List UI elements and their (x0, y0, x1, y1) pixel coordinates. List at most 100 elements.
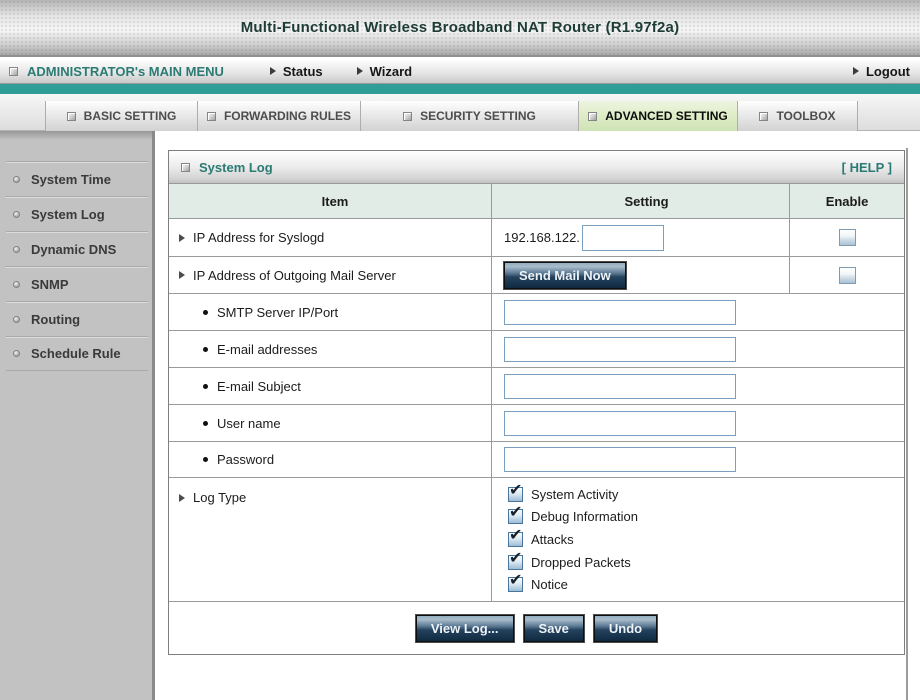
panel-title: System Log (199, 159, 273, 175)
help-link[interactable]: [ HELP ] (842, 160, 892, 175)
email-subject-input[interactable] (504, 373, 736, 399)
menu-item-status[interactable]: Status (269, 63, 323, 79)
tab-security-setting[interactable]: SECURITY SETTING (360, 101, 578, 131)
menu-bar: ADMINISTRATOR's MAIN MENU Status Wizard … (0, 59, 920, 84)
checkbox-label: Notice (531, 577, 568, 593)
sidebar-item-label: System Time (31, 171, 111, 187)
sidebar-divider (152, 131, 155, 700)
tab-advanced-setting[interactable]: ADVANCED SETTING (578, 101, 737, 131)
sidebar-item-label: Dynamic DNS (31, 241, 117, 257)
title-bar: Multi-Functional Wireless Broadband NAT … (0, 0, 920, 57)
notice-checkbox[interactable]: ✔ (508, 572, 523, 593)
tab-label: TOOLBOX (776, 109, 836, 123)
row-log-type: Log Type ✔ System Activity ✔ Debug Infor… (169, 477, 904, 601)
bullet-icon (13, 350, 20, 357)
row-smtp-server: SMTP Server IP/Port (169, 293, 904, 330)
row-ip-address-for-syslogd: IP Address for Syslogd 192.168.122. (169, 218, 904, 256)
sidebar-item-label: Routing (31, 311, 81, 327)
sidebar-menu: System Time System Log Dynamic DNS SNMP … (6, 161, 148, 371)
bullet-icon (203, 420, 208, 426)
attacks-checkbox[interactable]: ✔ (508, 527, 523, 547)
bullet-icon (203, 383, 208, 389)
menu-status-label: Status (282, 63, 323, 79)
bullet-icon (13, 315, 20, 323)
row-label: SMTP Server IP/Port (217, 304, 339, 320)
sidebar-item-schedule-rule[interactable]: Schedule Rule (6, 336, 148, 371)
column-header-enable: Enable (789, 184, 904, 218)
row-label: IP Address for Syslogd (193, 230, 325, 245)
row-label: Password (217, 452, 275, 467)
menu-item-wizard[interactable]: Wizard (356, 64, 412, 79)
row-label: Log Type (193, 490, 247, 505)
sidebar-item-label: SNMP (31, 276, 69, 292)
arrow-right-icon (356, 67, 363, 75)
tab-label: BASIC SETTING (83, 109, 177, 123)
smtp-server-input[interactable] (504, 299, 736, 325)
row-email-subject: E-mail Subject (169, 367, 904, 404)
arrow-right-icon (852, 67, 859, 75)
row-action-buttons: View Log... Save Undo (169, 601, 904, 654)
sidebar-item-snmp[interactable]: SNMP (6, 266, 148, 301)
arrow-right-icon (269, 67, 276, 75)
tab-toolbox[interactable]: TOOLBOX (737, 101, 858, 131)
menu-logout-label: Logout (865, 63, 910, 79)
debug-information-checkbox[interactable]: ✔ (508, 504, 523, 525)
syslogd-enable-checkbox[interactable] (838, 229, 856, 246)
dropped-packets-checkbox[interactable]: ✔ (508, 549, 523, 570)
row-label: User name (217, 415, 281, 431)
checkbox-label: System Activity (531, 486, 619, 502)
password-input[interactable] (504, 447, 736, 472)
tab-forwarding-rules[interactable]: FORWARDING RULES (197, 101, 360, 131)
square-bullet-icon (759, 111, 769, 121)
row-user-name: User name (169, 404, 904, 441)
square-bullet-icon (66, 111, 76, 121)
teal-divider-bar (0, 84, 920, 94)
checkmark-icon: ✔ (509, 525, 523, 544)
sidebar-item-label: Schedule Rule (31, 346, 121, 361)
square-bullet-icon (181, 162, 190, 172)
sidebar-item-routing[interactable]: Routing (6, 301, 148, 336)
mail-enable-checkbox[interactable] (838, 266, 856, 284)
checkbox-label: Dropped Packets (531, 554, 631, 570)
checkmark-icon: ✔ (509, 502, 523, 522)
sidebar-item-system-time[interactable]: System Time (6, 161, 148, 196)
arrow-right-icon (179, 233, 185, 242)
page-title: Multi-Functional Wireless Broadband NAT … (240, 19, 680, 36)
syslogd-ip-prefix: 192.168.122. (504, 230, 580, 245)
square-bullet-icon (588, 111, 598, 121)
undo-button[interactable]: Undo (593, 614, 658, 642)
save-button[interactable]: Save (523, 614, 584, 642)
row-password: Password (169, 441, 904, 477)
tab-basic-setting[interactable]: BASIC SETTING (45, 101, 197, 131)
bullet-icon (203, 457, 208, 462)
log-type-option: ✔ Debug Information (508, 504, 638, 528)
syslogd-ip-input[interactable] (581, 224, 664, 251)
panel-title-bar: System Log [ HELP ] (169, 151, 904, 183)
sidebar-item-dynamic-dns[interactable]: Dynamic DNS (6, 231, 148, 266)
log-type-option: ✔ Dropped Packets (508, 549, 631, 573)
bullet-icon (13, 175, 20, 183)
row-label: E-mail addresses (217, 341, 318, 357)
view-log-button[interactable]: View Log... (415, 614, 514, 642)
log-type-option: ✔ Notice (508, 572, 568, 595)
bullet-icon (13, 280, 20, 288)
column-header-setting: Setting (491, 184, 789, 218)
system-activity-checkbox[interactable]: ✔ (508, 481, 523, 502)
tab-label: SECURITY SETTING (420, 109, 536, 123)
row-email-addresses: E-mail addresses (169, 330, 904, 367)
tab-band: BASIC SETTING FORWARDING RULES SECURITY … (0, 94, 920, 131)
email-addresses-input[interactable] (504, 336, 736, 362)
checkmark-icon: ✔ (509, 547, 523, 567)
send-mail-now-button[interactable]: Send Mail Now (504, 261, 626, 289)
menu-item-logout[interactable]: Logout (852, 63, 910, 79)
square-bullet-icon (206, 111, 216, 121)
checkmark-icon: ✔ (509, 570, 523, 590)
arrow-right-icon (179, 271, 185, 279)
username-input[interactable] (504, 410, 736, 436)
arrow-right-icon (179, 494, 185, 502)
sidebar-item-system-log[interactable]: System Log (6, 196, 148, 231)
bullet-icon (13, 245, 20, 253)
tab-label: ADVANCED SETTING (605, 109, 728, 123)
square-bullet-icon (403, 111, 413, 121)
checkbox-label: Attacks (531, 532, 574, 547)
